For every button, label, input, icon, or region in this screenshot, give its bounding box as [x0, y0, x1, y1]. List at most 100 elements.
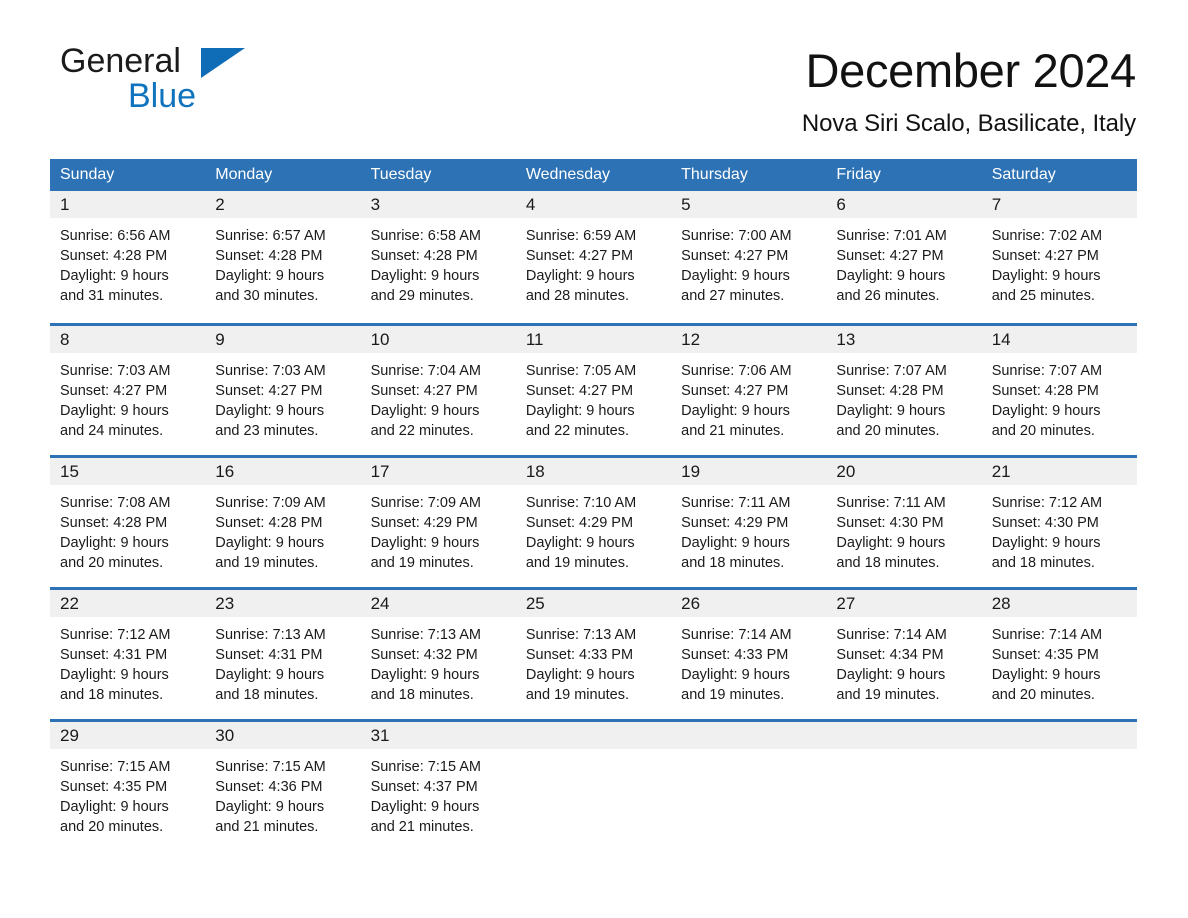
- day-details: Sunrise: 7:13 AM Sunset: 4:32 PM Daylight:…: [361, 617, 516, 705]
- day-details: Sunrise: 7:15 AM Sunset: 4:36 PM Daylight:…: [205, 749, 360, 837]
- day-number-strip: 8: [50, 326, 206, 353]
- day-number-strip: 19: [671, 458, 827, 485]
- sunrise-text: Sunrise: 7:11 AM: [681, 495, 791, 511]
- calendar-day-cell[interactable]: 11 Sunrise: 7:05 AM Sunset: 4:27 PM Dayligh…: [515, 326, 672, 455]
- daylight-text-line2: and 19 minutes.: [215, 555, 319, 571]
- sunset-text: Sunset: 4:28 PM: [991, 383, 1099, 399]
- sunrise-text: Sunrise: 7:09 AM: [215, 495, 326, 511]
- day-details: Sunrise: 7:07 AM Sunset: 4:28 PM Daylight:…: [826, 353, 981, 441]
- weekday-header-row: Sunday Monday Tuesday Wednesday Thursday Frid…: [50, 159, 1137, 191]
- calendar-day-cell[interactable]: 12 Sunrise: 7:06 AM Sunset: 4:27 PM Dayligh…: [671, 326, 827, 455]
- calendar-day-cell[interactable]: 19 Sunrise: 7:11 AM Sunset: 4:29 PM Dayligh…: [671, 458, 827, 587]
- day-details: Sunrise: 7:14 AM Sunset: 4:35 PM Daylight:…: [982, 617, 1137, 705]
- day-number-strip: 20: [826, 458, 982, 485]
- sunrise-text: Sunrise: 7:06 AM: [681, 363, 792, 379]
- calendar-day-cell[interactable]: 4 Sunrise: 6:59 AM Sunset: 4:27 PM Daylight…: [515, 191, 672, 323]
- calendar-day-cell[interactable]: 6 Sunrise: 7:01 AM Sunset: 4:27 PM Daylight…: [826, 191, 982, 323]
- daylight-text-line2: and 21 minutes.: [370, 819, 474, 835]
- day-number-strip: 2: [205, 191, 361, 218]
- daylight-text-line1: Daylight: 9 hours: [991, 268, 1101, 284]
- daylight-text-line2: and 25 minutes.: [991, 288, 1095, 304]
- day-details: Sunrise: 7:09 AM Sunset: 4:28 PM Daylight:…: [205, 485, 360, 573]
- calendar-day-cell[interactable]: 30 Sunrise: 7:15 AM Sunset: 4:36 PM Dayligh…: [205, 722, 361, 847]
- calendar-day-cell[interactable]: 14 Sunrise: 7:07 AM Sunset: 4:28 PM Dayligh…: [981, 326, 1137, 455]
- calendar-day-cell[interactable]: 31 Sunrise: 7:15 AM Sunset: 4:37 PM Dayligh…: [360, 722, 516, 847]
- calendar-day-cell[interactable]: 16 Sunrise: 7:09 AM Sunset: 4:28 PM Dayligh…: [205, 458, 361, 587]
- sunrise-text: Sunrise: 6:57 AM: [215, 228, 326, 244]
- calendar-day-cell[interactable]: 25 Sunrise: 7:13 AM Sunset: 4:33 PM Dayligh…: [515, 590, 672, 719]
- day-details: [826, 749, 981, 757]
- day-number-strip: [981, 722, 1137, 749]
- day-number-strip: 27: [826, 590, 982, 617]
- day-number-strip: 7: [981, 191, 1137, 218]
- sunset-text: Sunset: 4:27 PM: [370, 383, 478, 399]
- day-details: Sunrise: 7:13 AM Sunset: 4:33 PM Daylight:…: [516, 617, 671, 705]
- generalblue-logo[interactable]: General Blue: [58, 44, 258, 116]
- daylight-text-line1: Daylight: 9 hours: [836, 667, 946, 683]
- daylight-text-line1: Daylight: 9 hours: [991, 667, 1101, 683]
- sunrise-text: Sunrise: 7:13 AM: [525, 627, 637, 643]
- day-number: 26: [681, 594, 701, 613]
- sunrise-text: Sunrise: 7:10 AM: [525, 495, 637, 511]
- day-number: 13: [836, 330, 856, 349]
- title-block: December 2024 Nova Siri Scalo, Basilicat…: [802, 44, 1136, 138]
- calendar-day-cell[interactable]: 22 Sunrise: 7:12 AM Sunset: 4:31 PM Dayligh…: [50, 590, 206, 719]
- calendar-day-cell[interactable]: 26 Sunrise: 7:14 AM Sunset: 4:33 PM Dayligh…: [671, 590, 827, 719]
- day-details: Sunrise: 6:59 AM Sunset: 4:27 PM Daylight:…: [516, 218, 671, 306]
- calendar-day-cell[interactable]: 23 Sunrise: 7:13 AM Sunset: 4:31 PM Dayligh…: [205, 590, 361, 719]
- calendar-day-cell[interactable]: 1 Sunrise: 6:56 AM Sunset: 4:28 PM Daylight…: [50, 191, 206, 323]
- calendar-day-cell[interactable]: 28 Sunrise: 7:14 AM Sunset: 4:35 PM Dayligh…: [981, 590, 1137, 719]
- sunrise-text: Sunrise: 7:07 AM: [836, 363, 947, 379]
- day-details: Sunrise: 6:57 AM Sunset: 4:28 PM Daylight:…: [205, 218, 360, 306]
- calendar-week-row: 22 Sunrise: 7:12 AM Sunset: 4:31 PM Dayligh…: [50, 587, 1137, 719]
- calendar-day-cell[interactable]: 3 Sunrise: 6:58 AM Sunset: 4:28 PM Daylight…: [360, 191, 516, 323]
- sunrise-text: Sunrise: 7:15 AM: [370, 759, 481, 775]
- daylight-text-line2: and 18 minutes.: [681, 555, 785, 571]
- day-number-strip: 28: [981, 590, 1137, 617]
- day-number-strip: 4: [515, 191, 672, 218]
- calendar-day-cell[interactable]: 9 Sunrise: 7:03 AM Sunset: 4:27 PM Daylight…: [205, 326, 361, 455]
- day-number: 19: [681, 462, 701, 481]
- sunset-text: Sunset: 4:30 PM: [991, 515, 1099, 531]
- sunset-text: Sunset: 4:29 PM: [370, 515, 478, 531]
- daylight-text-line1: Daylight: 9 hours: [681, 268, 790, 284]
- day-number-strip: 29: [50, 722, 206, 749]
- day-details: Sunrise: 7:15 AM Sunset: 4:37 PM Daylight:…: [361, 749, 516, 837]
- day-details: Sunrise: 7:01 AM Sunset: 4:27 PM Daylight:…: [826, 218, 981, 306]
- calendar-day-cell[interactable]: 10 Sunrise: 7:04 AM Sunset: 4:27 PM Dayligh…: [360, 326, 516, 455]
- daylight-text-line2: and 30 minutes.: [215, 288, 319, 304]
- sunrise-text: Sunrise: 7:07 AM: [991, 363, 1103, 379]
- calendar-day-cell[interactable]: 20 Sunrise: 7:11 AM Sunset: 4:30 PM Dayligh…: [826, 458, 982, 587]
- daylight-text-line1: Daylight: 9 hours: [215, 403, 325, 419]
- calendar-day-cell[interactable]: 5 Sunrise: 7:00 AM Sunset: 4:27 PM Daylight…: [671, 191, 827, 323]
- sunrise-text: Sunrise: 7:13 AM: [370, 627, 481, 643]
- daylight-text-line2: and 18 minutes.: [991, 555, 1095, 571]
- sunrise-text: Sunrise: 7:12 AM: [60, 627, 171, 643]
- sunset-text: Sunset: 4:31 PM: [60, 647, 168, 663]
- sunset-text: Sunset: 4:28 PM: [215, 248, 323, 264]
- calendar-day-cell[interactable]: 13 Sunrise: 7:07 AM Sunset: 4:28 PM Dayligh…: [826, 326, 982, 455]
- calendar-day-cell[interactable]: 24 Sunrise: 7:13 AM Sunset: 4:32 PM Dayligh…: [360, 590, 516, 719]
- sunset-text: Sunset: 4:27 PM: [681, 248, 789, 264]
- calendar-day-cell[interactable]: 27 Sunrise: 7:14 AM Sunset: 4:34 PM Dayligh…: [826, 590, 982, 719]
- weekday-header-monday: Monday: [215, 166, 273, 183]
- sunrise-text: Sunrise: 7:05 AM: [525, 363, 637, 379]
- sunset-text: Sunset: 4:29 PM: [681, 515, 789, 531]
- day-number-strip: 18: [515, 458, 672, 485]
- day-number-strip: [671, 722, 827, 749]
- calendar-day-cell[interactable]: 21 Sunrise: 7:12 AM Sunset: 4:30 PM Dayligh…: [981, 458, 1137, 587]
- calendar-week-row: 1 Sunrise: 6:56 AM Sunset: 4:28 PM Daylight…: [50, 191, 1137, 323]
- calendar-day-cell[interactable]: 29 Sunrise: 7:15 AM Sunset: 4:35 PM Dayligh…: [50, 722, 206, 847]
- day-number: 14: [991, 330, 1011, 349]
- daylight-text-line1: Daylight: 9 hours: [60, 403, 169, 419]
- daylight-text-line2: and 21 minutes.: [215, 819, 319, 835]
- calendar-day-cell[interactable]: 18 Sunrise: 7:10 AM Sunset: 4:29 PM Dayligh…: [515, 458, 672, 587]
- calendar-day-cell[interactable]: 2 Sunrise: 6:57 AM Sunset: 4:28 PM Daylight…: [205, 191, 361, 323]
- day-number-strip: 14: [981, 326, 1137, 353]
- calendar-day-cell[interactable]: 8 Sunrise: 7:03 AM Sunset: 4:27 PM Daylight…: [50, 326, 206, 455]
- calendar-day-cell[interactable]: 7 Sunrise: 7:02 AM Sunset: 4:27 PM Daylight…: [981, 191, 1137, 323]
- sunrise-text: Sunrise: 7:09 AM: [370, 495, 481, 511]
- calendar-day-cell[interactable]: 17 Sunrise: 7:09 AM Sunset: 4:29 PM Dayligh…: [360, 458, 516, 587]
- calendar-day-cell[interactable]: 15 Sunrise: 7:08 AM Sunset: 4:28 PM Dayligh…: [50, 458, 206, 587]
- day-number-strip: 6: [826, 191, 982, 218]
